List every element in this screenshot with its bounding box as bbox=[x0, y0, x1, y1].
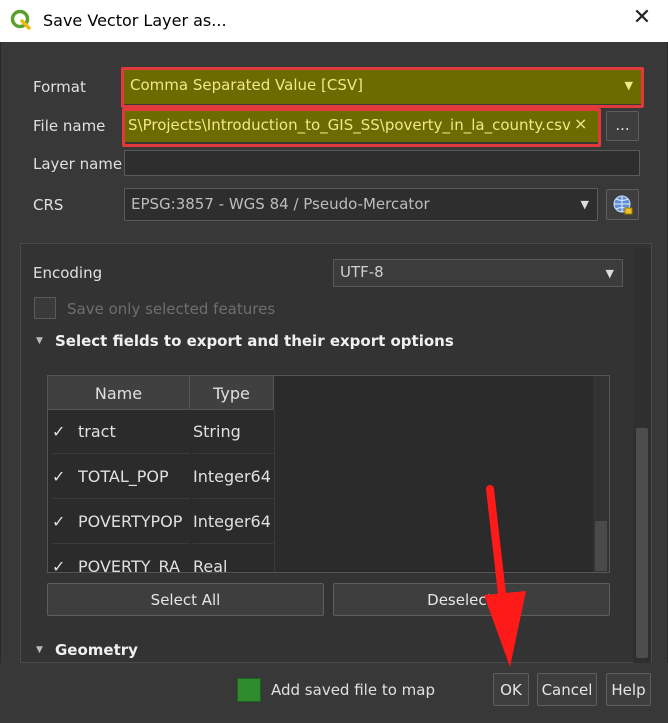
collapse-triangle-icon[interactable]: ▼ bbox=[36, 645, 43, 655]
options-scrollbar[interactable] bbox=[633, 248, 651, 663]
field-name: tract bbox=[78, 410, 190, 454]
format-label: Format bbox=[33, 78, 86, 96]
crs-label: CRS bbox=[33, 196, 64, 214]
window-title: Save Vector Layer as... bbox=[43, 11, 227, 30]
table-scrollbar[interactable] bbox=[593, 376, 609, 572]
encoding-value: UTF-8 bbox=[340, 263, 384, 281]
chevron-down-icon: ▼ bbox=[580, 198, 589, 211]
select-all-button[interactable]: Select All bbox=[47, 583, 324, 616]
field-type: Integer64 bbox=[193, 500, 274, 544]
column-header-name[interactable]: Name bbox=[48, 376, 190, 410]
field-name: TOTAL_POP bbox=[78, 455, 190, 499]
crs-value: EPSG:3857 - WGS 84 / Pseudo-Mercator bbox=[131, 195, 430, 213]
add-to-map-checkbox[interactable] bbox=[237, 678, 261, 702]
scrollbar-thumb[interactable] bbox=[636, 428, 648, 658]
field-name: POVERTY_RA bbox=[78, 545, 190, 572]
encoding-combo[interactable]: UTF-8 ▼ bbox=[333, 259, 623, 287]
layername-input[interactable] bbox=[124, 150, 640, 176]
annotation-arrow-icon bbox=[484, 485, 526, 667]
collapse-triangle-icon[interactable]: ▼ bbox=[36, 336, 43, 346]
close-icon[interactable]: ✕ bbox=[632, 7, 652, 29]
fields-section-title[interactable]: Select fields to export and their export… bbox=[55, 332, 454, 350]
browse-button[interactable]: ... bbox=[606, 111, 639, 141]
help-button[interactable]: Help bbox=[606, 673, 651, 706]
add-to-map-label: Add saved file to map bbox=[271, 681, 435, 699]
selected-only-label: Save only selected features bbox=[67, 300, 276, 318]
field-type: Integer64 bbox=[193, 455, 274, 499]
annotation-highlight-format bbox=[121, 67, 644, 108]
selected-only-checkbox[interactable] bbox=[34, 297, 56, 319]
crs-select-button[interactable] bbox=[606, 189, 639, 220]
title-bar: Save Vector Layer as... ✕ bbox=[0, 0, 668, 42]
chevron-down-icon: ▼ bbox=[605, 267, 614, 280]
encoding-label: Encoding bbox=[33, 264, 103, 282]
field-type: Real bbox=[193, 545, 274, 572]
field-name: POVERTYPOP bbox=[78, 500, 190, 544]
filename-label: File name bbox=[33, 117, 106, 135]
ok-button[interactable]: OK bbox=[493, 673, 529, 706]
crs-combo[interactable]: EPSG:3857 - WGS 84 / Pseudo-Mercator ▼ bbox=[124, 188, 598, 221]
globe-icon bbox=[613, 195, 632, 215]
qgis-logo-icon bbox=[10, 9, 31, 30]
row-checkbox-poverty-ra[interactable]: ✓ bbox=[52, 545, 78, 572]
geometry-section-title[interactable]: Geometry bbox=[55, 641, 138, 659]
row-checkbox-total-pop[interactable]: ✓ bbox=[52, 455, 78, 499]
column-header-type[interactable]: Type bbox=[190, 376, 274, 410]
column-divider bbox=[274, 410, 275, 572]
cancel-button[interactable]: Cancel bbox=[537, 673, 597, 706]
layername-label: Layer name bbox=[33, 155, 123, 173]
row-checkbox-tract[interactable]: ✓ bbox=[52, 410, 78, 454]
scrollbar-thumb[interactable] bbox=[595, 521, 607, 571]
annotation-highlight-filename bbox=[122, 108, 601, 147]
field-type: String bbox=[193, 410, 274, 454]
row-checkbox-povertypop[interactable]: ✓ bbox=[52, 500, 78, 544]
